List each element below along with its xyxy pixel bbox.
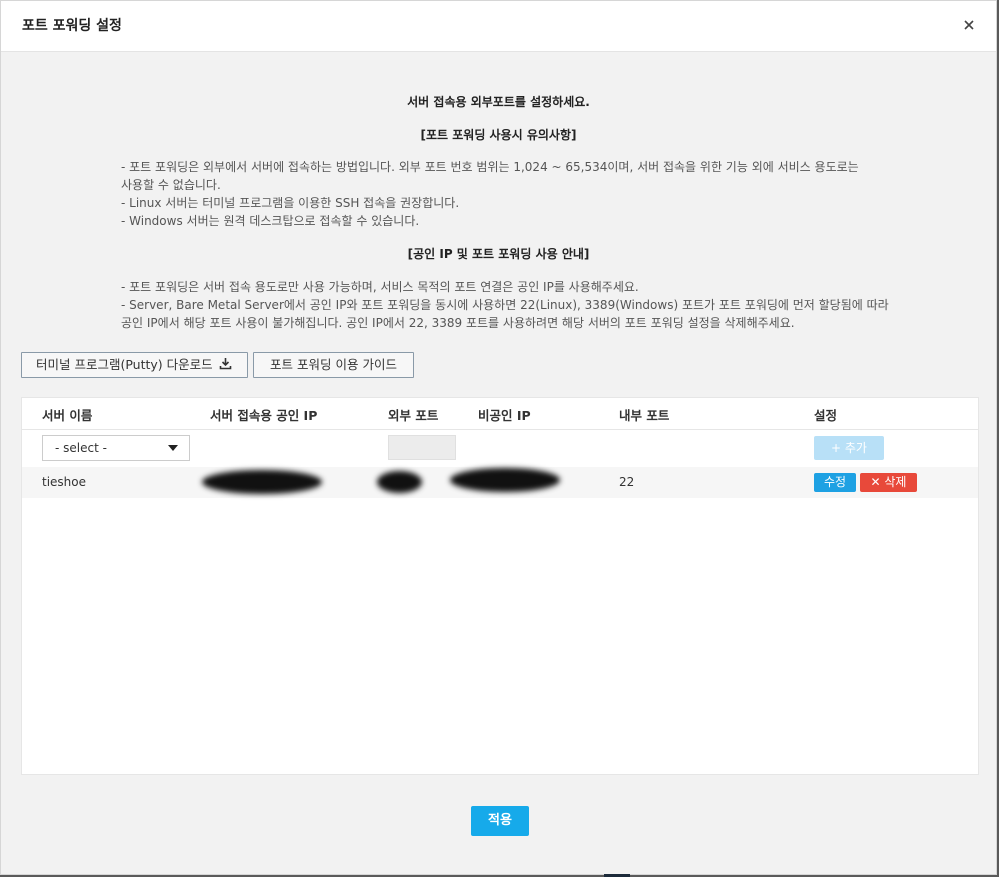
close-icon[interactable]	[962, 18, 976, 32]
col-header-private-ip: 비공인 IP	[478, 408, 531, 423]
notice-heading-publicip: [공인 IP 및 포트 포워딩 사용 안내]	[407, 247, 590, 261]
port-forwarding-dialog: 포트 포워딩 설정 서버 접속용 외부포트를 설정하세요. [포트 포워딩 사용…	[0, 0, 997, 875]
col-header-settings: 설정	[814, 408, 838, 423]
caution-line: - 포트 포워딩은 외부에서 서버에 접속하는 방법입니다. 외부 포트 번호 …	[121, 160, 859, 174]
col-header-external-port: 외부 포트	[388, 408, 439, 423]
caution-line: - Linux 서버는 터미널 프로그램을 이용한 SSH 접속을 권장합니다.	[121, 196, 460, 210]
server-select-value: - select -	[55, 441, 107, 455]
dialog-header: 포트 포워딩 설정	[1, 1, 996, 52]
table-row: tieshoe 22 수정 ✕ 삭제	[22, 467, 978, 498]
redacted-public-ip	[202, 470, 322, 494]
dialog-title: 포트 포워딩 설정	[22, 18, 122, 34]
server-select[interactable]: - select -	[42, 435, 190, 461]
download-icon	[219, 354, 232, 378]
col-header-internal-port: 내부 포트	[619, 408, 670, 423]
add-button[interactable]: + 추가	[814, 436, 884, 460]
publicip-line: 공인 IP에서 해당 포트 사용이 불가해집니다. 공인 IP에서 22, 33…	[121, 316, 795, 330]
redacted-external-port	[377, 471, 422, 493]
putty-download-label: 터미널 프로그램(Putty) 다운로드	[36, 357, 213, 372]
external-port-input[interactable]	[388, 435, 456, 460]
guide-button[interactable]: 포트 포워딩 이용 가이드	[253, 352, 414, 378]
putty-download-button[interactable]: 터미널 프로그램(Putty) 다운로드	[21, 352, 248, 378]
publicip-line: - Server, Bare Metal Server에서 공인 IP와 포트 …	[121, 298, 889, 312]
col-header-public-ip: 서버 접속용 공인 IP	[210, 408, 318, 423]
server-name-cell: tieshoe	[42, 475, 87, 489]
delete-button[interactable]: ✕ 삭제	[860, 473, 917, 492]
chevron-down-icon	[168, 445, 178, 451]
caution-line: 사용할 수 없습니다.	[121, 178, 221, 192]
notice-heading-caution: [포트 포워딩 사용시 유의사항]	[420, 128, 577, 142]
edit-button[interactable]: 수정	[814, 473, 856, 492]
internal-port-cell: 22	[619, 475, 635, 489]
header-divider	[22, 429, 978, 430]
port-forwarding-table: 서버 이름 서버 접속용 공인 IP 외부 포트 비공인 IP 내부 포트 설정…	[21, 397, 979, 775]
notice-heading-main: 서버 접속용 외부포트를 설정하세요.	[407, 95, 590, 109]
col-header-server-name: 서버 이름	[42, 408, 93, 423]
caution-line: - Windows 서버는 원격 데스크탑으로 접속할 수 있습니다.	[121, 214, 420, 228]
redacted-private-ip	[450, 468, 560, 492]
close-icon-glyph	[964, 20, 974, 30]
publicip-line: - 포트 포워딩은 서버 접속 용도로만 사용 가능하며, 서비스 목적의 포트…	[121, 280, 639, 294]
apply-button[interactable]: 적용	[471, 806, 529, 836]
